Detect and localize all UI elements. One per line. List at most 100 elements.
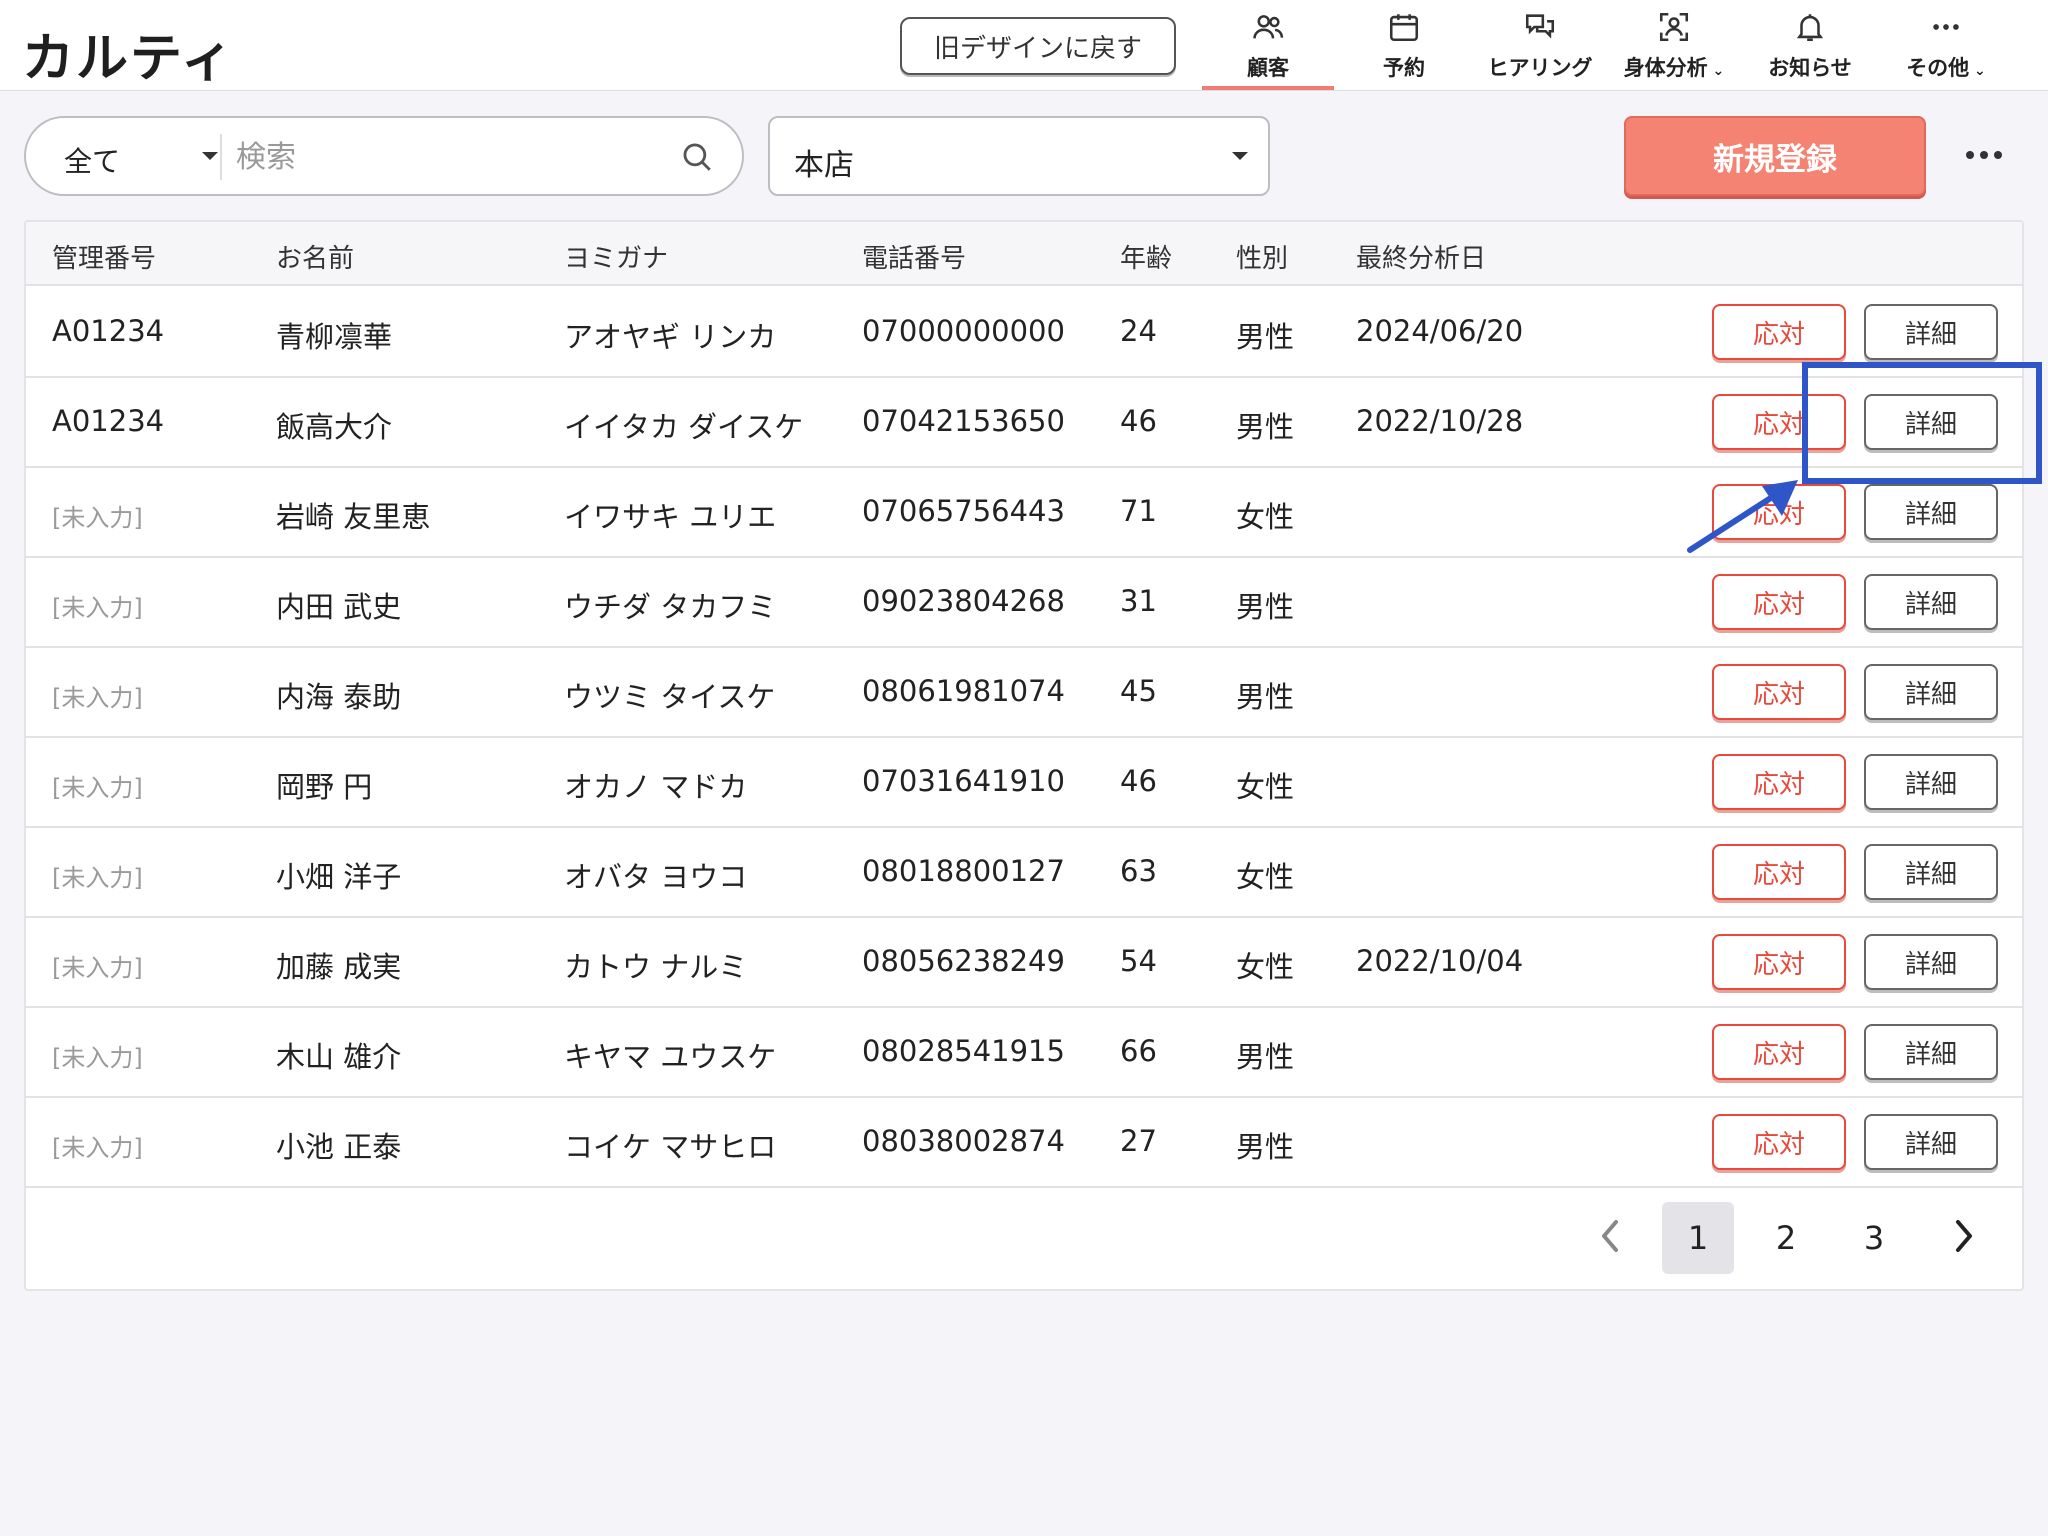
cell-age: 54 [1120, 944, 1157, 978]
body-scan-icon [1659, 12, 1689, 42]
cell-gender: 男性 [1236, 320, 1295, 354]
header-last-analysis: 最終分析日 [1356, 244, 1487, 274]
more-options-icon[interactable] [1962, 140, 2006, 170]
nav-label: ヒアリング [1487, 56, 1593, 80]
respond-button[interactable]: 応対 [1712, 934, 1846, 990]
table-header: 管理番号 お名前 ヨミガナ 電話番号 年齢 性別 最終分析日 [26, 222, 2022, 286]
cell-id: A01234 [52, 404, 165, 438]
register-button[interactable]: 新規登録 [1624, 116, 1926, 196]
cell-id: [未入力] [52, 864, 143, 892]
cell-name: 加藤 成実 [276, 950, 402, 984]
calendar-icon [1389, 14, 1419, 42]
page-1[interactable]: 1 [1662, 1202, 1734, 1274]
cell-kana: コイケ マサヒロ [564, 1130, 777, 1164]
cell-phone: 07031641910 [862, 764, 1065, 798]
detail-button[interactable]: 詳細 [1864, 1114, 1998, 1170]
cell-phone: 07042153650 [862, 404, 1065, 438]
cell-kana: イイタカ ダイスケ [564, 410, 804, 444]
detail-button[interactable]: 詳細 [1864, 844, 1998, 900]
cell-kana: オカノ マドカ [564, 770, 748, 804]
table-row: [未入力] 加藤 成実 カトウ ナルミ 08056238249 54 女性 20… [26, 918, 2022, 1008]
cell-name: 岩崎 友里恵 [276, 500, 431, 534]
nav-label: 予約 [1383, 56, 1425, 80]
cell-last-analysis: 2022/10/28 [1356, 404, 1524, 438]
table-row: [未入力] 小池 正泰 コイケ マサヒロ 08038002874 27 男性 応… [26, 1098, 2022, 1188]
respond-button[interactable]: 応対 [1712, 304, 1846, 360]
cell-age: 45 [1120, 674, 1157, 708]
nav-label: その他 ⌄ [1906, 56, 1986, 80]
chevron-right-icon[interactable] [1946, 1216, 1980, 1256]
chat-icon [1525, 14, 1555, 39]
page-3[interactable]: 3 [1838, 1202, 1910, 1274]
respond-button[interactable]: 応対 [1712, 754, 1846, 810]
table-row: [未入力] 岡野 円 オカノ マドカ 07031641910 46 女性 応対 … [26, 738, 2022, 828]
cell-id: [未入力] [52, 594, 143, 622]
cell-last-analysis: 2022/10/04 [1356, 944, 1524, 978]
nav-label: 身体分析 ⌄ [1623, 56, 1725, 80]
header-id: 管理番号 [52, 244, 157, 274]
cell-age: 24 [1120, 314, 1157, 348]
nav-hearing[interactable]: ヒアリング [1474, 0, 1606, 90]
store-value: 本店 [794, 148, 854, 183]
cell-name: 青柳凛華 [276, 320, 393, 354]
nav-reservations[interactable]: 予約 [1338, 0, 1470, 90]
cell-name: 飯高大介 [276, 410, 393, 444]
search-input[interactable] [236, 132, 676, 182]
nav-customers[interactable]: 顧客 [1202, 0, 1334, 90]
nav-body-analysis[interactable]: 身体分析 ⌄ [1608, 0, 1740, 90]
detail-button[interactable]: 詳細 [1864, 664, 1998, 720]
respond-button[interactable]: 応対 [1712, 574, 1846, 630]
page-2[interactable]: 2 [1750, 1202, 1822, 1274]
cell-last-analysis: 2024/06/20 [1356, 314, 1524, 348]
respond-button[interactable]: 応対 [1712, 664, 1846, 720]
header-name: お名前 [276, 244, 355, 274]
nav-notifications[interactable]: お知らせ [1744, 0, 1876, 90]
cell-id: A01234 [52, 314, 165, 348]
cell-kana: オバタ ヨウコ [564, 860, 748, 894]
store-select[interactable]: 本店 [768, 116, 1270, 196]
cell-age: 46 [1120, 764, 1157, 798]
search-bar: 全て [24, 116, 744, 196]
respond-button[interactable]: 応対 [1712, 844, 1846, 900]
cell-phone: 09023804268 [862, 584, 1065, 618]
cell-id: [未入力] [52, 954, 143, 982]
cell-id: [未入力] [52, 1134, 143, 1162]
cell-phone: 07000000000 [862, 314, 1065, 348]
cell-id: [未入力] [52, 684, 143, 712]
detail-button[interactable]: 詳細 [1864, 934, 1998, 990]
cell-age: 27 [1120, 1124, 1157, 1158]
app-header: カルティ 旧デザインに戻す 顧客 予約 ヒアリング 身体分析 ⌄ お知らせ その… [0, 0, 2048, 91]
nav-label: お知らせ [1768, 56, 1852, 80]
detail-button[interactable]: 詳細 [1864, 754, 1998, 810]
nav-more[interactable]: その他 ⌄ [1880, 0, 2012, 90]
cell-phone: 08056238249 [862, 944, 1065, 978]
cell-phone: 08061981074 [862, 674, 1065, 708]
cell-age: 31 [1120, 584, 1157, 618]
cell-kana: ウチダ タカフミ [564, 590, 777, 624]
cell-kana: キヤマ ユウスケ [564, 1040, 777, 1074]
search-icon[interactable] [680, 140, 714, 174]
respond-button[interactable]: 応対 [1712, 1024, 1846, 1080]
detail-button[interactable]: 詳細 [1864, 304, 1998, 360]
cell-gender: 男性 [1236, 680, 1295, 714]
chevron-left-icon[interactable] [1594, 1216, 1628, 1256]
detail-button[interactable]: 詳細 [1864, 1024, 1998, 1080]
nav-label: 顧客 [1247, 56, 1289, 80]
search-divider [220, 134, 222, 180]
header-gender: 性別 [1236, 244, 1289, 274]
detail-button[interactable]: 詳細 [1864, 574, 1998, 630]
annotation-highlight-box [1802, 362, 2042, 484]
table-row: [未入力] 木山 雄介 キヤマ ユウスケ 08028541915 66 男性 応… [26, 1008, 2022, 1098]
respond-button[interactable]: 応対 [1712, 1114, 1846, 1170]
old-design-button[interactable]: 旧デザインに戻す [900, 17, 1176, 75]
cell-name: 内田 武史 [276, 590, 402, 624]
cell-gender: 男性 [1236, 1130, 1295, 1164]
table-row: [未入力] 内田 武史 ウチダ タカフミ 09023804268 31 男性 応… [26, 558, 2022, 648]
cell-age: 71 [1120, 494, 1157, 528]
filter-value: 全て [64, 145, 121, 178]
filter-select[interactable]: 全て [26, 118, 220, 194]
header-phone: 電話番号 [862, 244, 967, 274]
detail-button[interactable]: 詳細 [1864, 484, 1998, 540]
cell-phone: 08038002874 [862, 1124, 1065, 1158]
cell-kana: イワサキ ユリエ [564, 500, 777, 534]
